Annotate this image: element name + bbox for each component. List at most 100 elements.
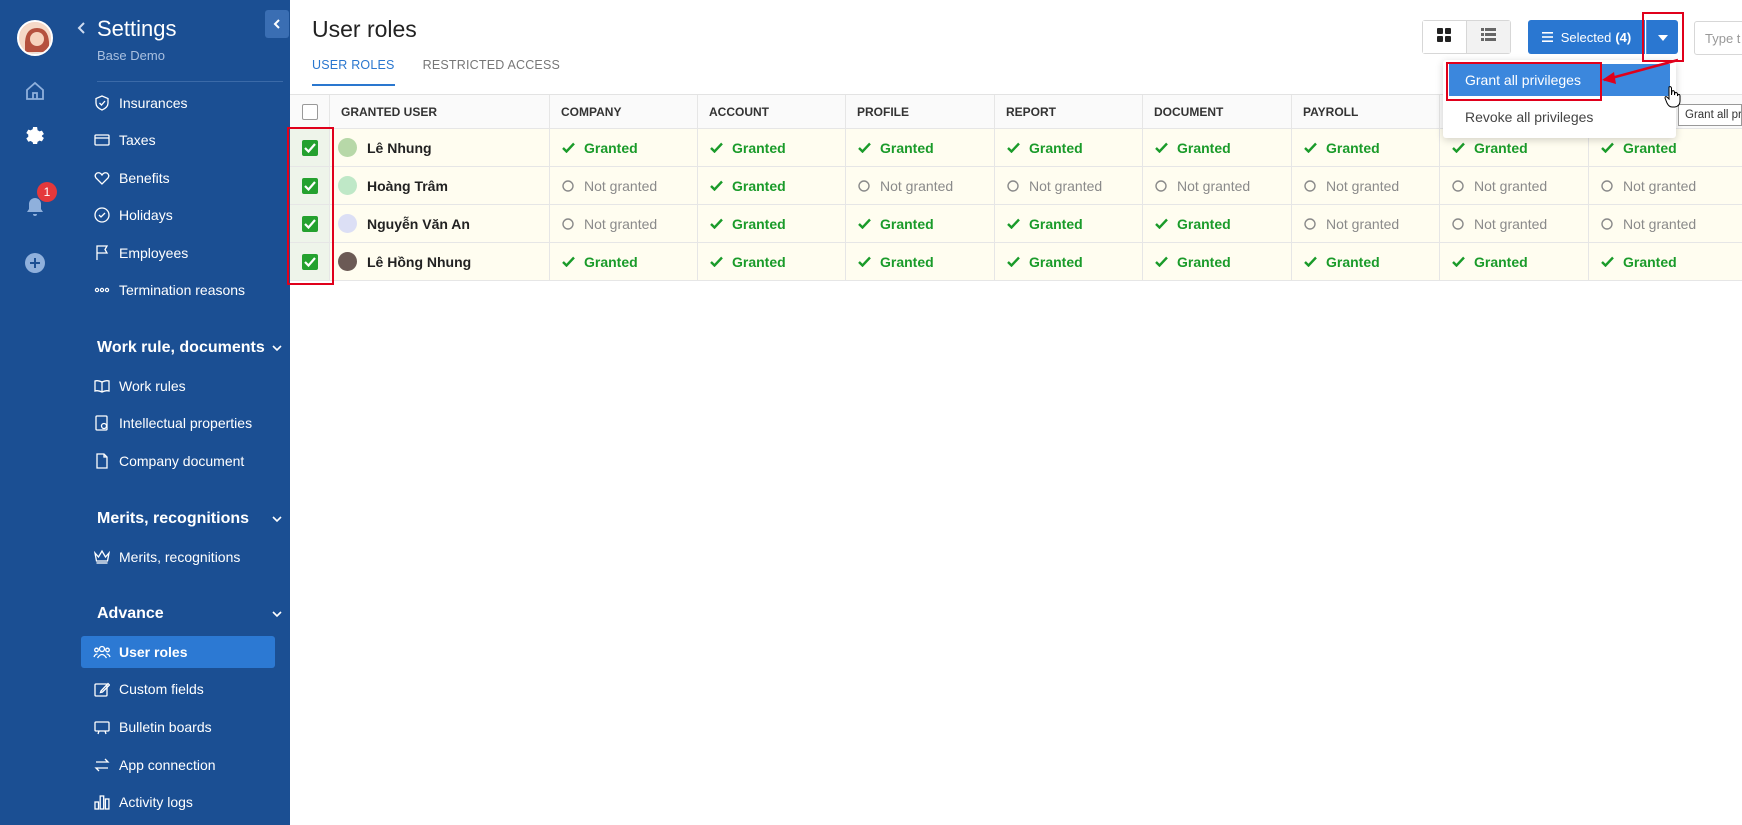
check-icon: [709, 217, 723, 231]
permission-cell[interactable]: Granted: [698, 243, 846, 280]
sidebar-item-intellectual-properties[interactable]: Intellectual properties: [81, 407, 275, 439]
empty-circle-icon: [1303, 179, 1317, 193]
permission-status: Not granted: [1177, 177, 1251, 194]
sidebar-item-label: App connection: [119, 757, 216, 773]
sidebar-item-label: Insurances: [119, 95, 188, 111]
permission-status: Granted: [1623, 253, 1677, 270]
empty-circle-icon: [561, 217, 575, 231]
sidebar-item-label: Employees: [119, 245, 189, 261]
user-name: Lê Hồng Nhung: [367, 253, 472, 270]
edit-icon: [93, 680, 111, 698]
user-avatar[interactable]: [17, 20, 53, 56]
permission-cell[interactable]: Granted: [1440, 243, 1589, 280]
empty-circle-icon: [1600, 179, 1614, 193]
sidebar-item-holidays[interactable]: Holidays: [81, 199, 275, 231]
sidebar-divider: [97, 81, 283, 82]
sidebar-item-bulletin-boards[interactable]: Bulletin boards: [81, 711, 275, 743]
check-icon: [1006, 255, 1020, 269]
user-cell[interactable]: Nguyễn Văn An: [330, 205, 550, 242]
permission-status: Granted: [732, 215, 786, 232]
permission-status: Not granted: [1623, 215, 1697, 232]
permission-cell[interactable]: Granted: [1292, 243, 1440, 280]
permission-cell[interactable]: Not granted: [1292, 205, 1440, 242]
section-merits-recognitions[interactable]: Merits, recognitions: [97, 510, 282, 528]
sidebar-item-merits-recognitions[interactable]: Merits, recognitions: [81, 541, 275, 573]
permission-cell[interactable]: Not granted: [1440, 167, 1589, 204]
empty-circle-icon: [1154, 179, 1168, 193]
permission-status: Not granted: [584, 177, 658, 194]
flag-icon: [93, 244, 111, 262]
sidebar-item-work-rules[interactable]: Work rules: [81, 370, 275, 402]
permission-cell[interactable]: Not granted: [550, 167, 698, 204]
sidebar-item-custom-fields[interactable]: Custom fields: [81, 673, 275, 705]
dots-icon: [93, 281, 111, 299]
table-row[interactable]: Nguyễn Văn An Not granted Granted Granted Gr…: [290, 205, 1742, 243]
permission-status: Granted: [1177, 215, 1231, 232]
sidebar-item-employees[interactable]: Employees: [81, 237, 275, 269]
section-work-rule-documents[interactable]: Work rule, documents: [97, 339, 282, 357]
check-icon: [1303, 255, 1317, 269]
permission-cell[interactable]: Granted: [1143, 205, 1292, 242]
settings-sidebar: Settings Base Demo Insurances Taxes Bene…: [70, 0, 290, 825]
permission-cell[interactable]: Not granted: [1589, 167, 1742, 204]
permission-cell[interactable]: Granted: [1589, 243, 1742, 280]
home-icon[interactable]: [20, 76, 50, 106]
sidebar-item-label: Termination reasons: [119, 282, 246, 298]
sidebar-item-label: Benefits: [119, 170, 170, 186]
sidebar-item-label: Company document: [119, 453, 245, 469]
permission-cell[interactable]: Granted: [698, 205, 846, 242]
check-icon: [1154, 217, 1168, 231]
user-avatar: [338, 252, 357, 271]
table-row[interactable]: Lê Hồng Nhung Granted Granted Granted Grante…: [290, 243, 1742, 281]
permission-cell[interactable]: Not granted: [1143, 167, 1292, 204]
permission-cell[interactable]: Granted: [1143, 243, 1292, 280]
file-icon: [93, 452, 111, 470]
sidebar-item-label: Holidays: [119, 207, 173, 223]
sidebar-item-user-roles[interactable]: User roles: [81, 636, 275, 668]
permission-status: Granted: [1177, 253, 1231, 270]
section-advance[interactable]: Advance: [97, 605, 282, 623]
sidebar-item-app-connection[interactable]: App connection: [81, 749, 275, 781]
sidebar-item-company-document[interactable]: Company document: [81, 445, 275, 477]
permission-cell[interactable]: Granted: [846, 205, 995, 242]
permission-cell[interactable]: Not granted: [1440, 205, 1589, 242]
permission-status: Not granted: [1474, 215, 1548, 232]
sidebar-item-termination-reasons[interactable]: Termination reasons: [81, 274, 275, 306]
user-name: Hoàng Trâm: [367, 177, 448, 194]
permission-cell[interactable]: Not granted: [550, 205, 698, 242]
user-avatar: [338, 176, 357, 195]
back-chevron-icon[interactable]: [74, 18, 90, 38]
sidebar-item-benefits[interactable]: Benefits: [81, 162, 275, 194]
add-circle-icon[interactable]: [20, 248, 50, 278]
check-icon: [857, 217, 871, 231]
permission-cell[interactable]: Granted: [550, 243, 698, 280]
sidebar-item-activity-logs[interactable]: Activity logs: [81, 786, 275, 818]
book-icon: [93, 377, 111, 395]
main-content: User roles USER ROLES RESTRICTED ACCESS …: [287, 0, 1742, 825]
gear-icon[interactable]: [20, 120, 50, 150]
permission-cell[interactable]: Granted: [995, 243, 1143, 280]
permission-cell[interactable]: Granted: [846, 243, 995, 280]
bar-chart-icon: [93, 793, 111, 811]
sidebar-subtitle: Base Demo: [97, 48, 165, 63]
check-icon: [561, 255, 575, 269]
permission-status: Not granted: [880, 177, 954, 194]
user-cell[interactable]: Lê Hồng Nhung: [330, 243, 550, 280]
empty-circle-icon: [1451, 179, 1465, 193]
sidebar-item-insurances[interactable]: Insurances: [81, 87, 275, 119]
check-icon: [1154, 255, 1168, 269]
table-row[interactable]: Hoàng Trâm Not granted Granted Not granted N…: [290, 167, 1742, 205]
notification-badge: 1: [37, 182, 57, 202]
collapse-sidebar-button[interactable]: [265, 10, 289, 38]
permission-cell[interactable]: Not granted: [995, 167, 1143, 204]
user-cell[interactable]: Hoàng Trâm: [330, 167, 550, 204]
permission-status: Granted: [1029, 215, 1083, 232]
heart-icon: [93, 169, 111, 187]
sidebar-item-taxes[interactable]: Taxes: [81, 124, 275, 156]
permission-cell[interactable]: Not granted: [846, 167, 995, 204]
permission-cell[interactable]: Granted: [698, 167, 846, 204]
sidebar-title: Settings: [97, 16, 177, 41]
permission-cell[interactable]: Granted: [995, 205, 1143, 242]
permission-cell[interactable]: Not granted: [1292, 167, 1440, 204]
permission-cell[interactable]: Not granted: [1589, 205, 1742, 242]
